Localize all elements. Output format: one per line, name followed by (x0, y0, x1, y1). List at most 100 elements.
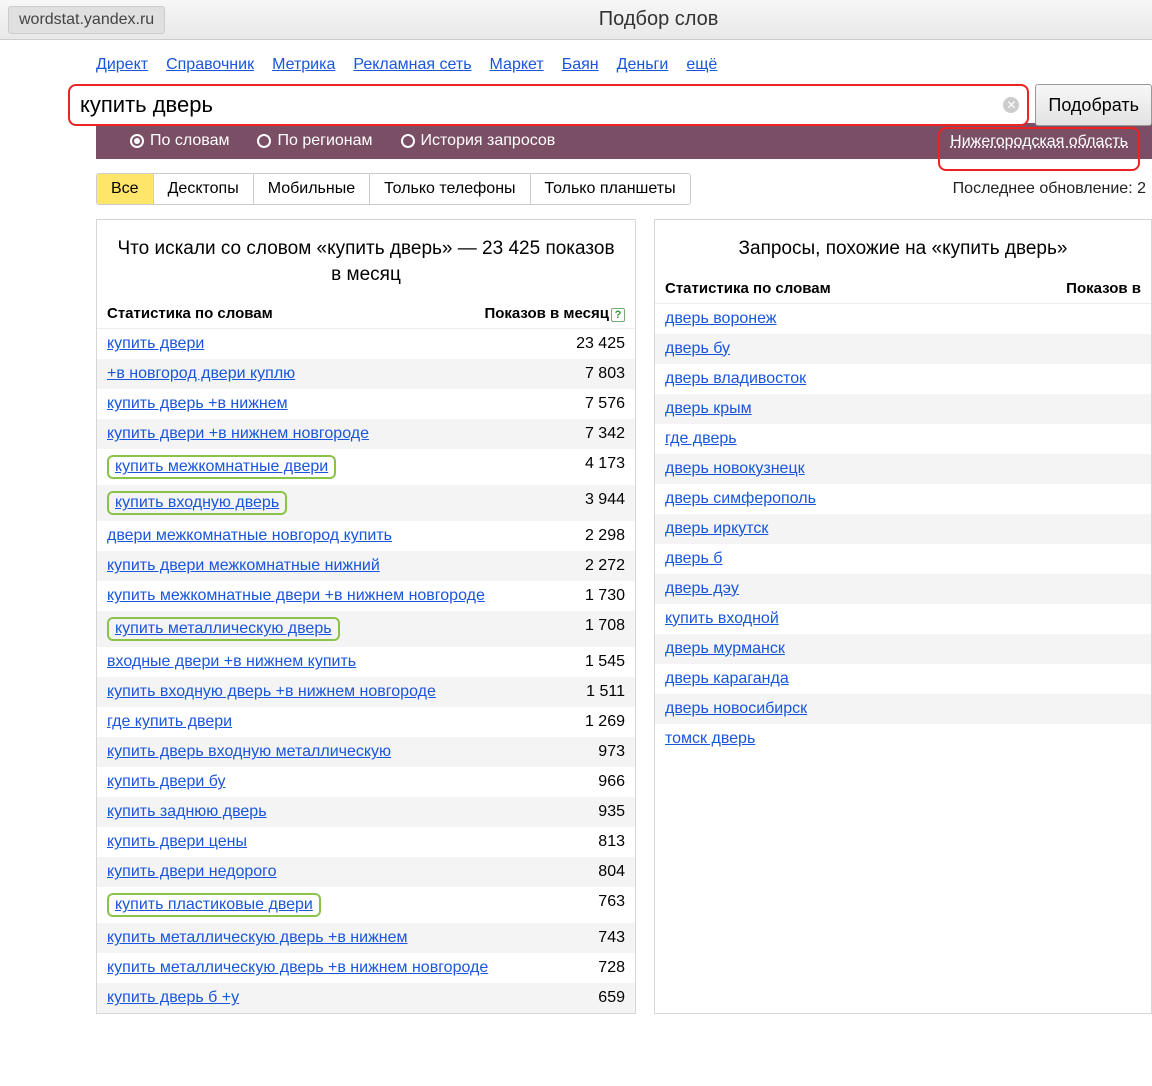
nav-link[interactable]: Справочник (166, 56, 254, 73)
count-value: 1 545 (575, 653, 625, 671)
count-value: 743 (588, 929, 625, 947)
region-selector-highlight[interactable]: Нижегородская область (938, 127, 1140, 171)
query-link[interactable]: купить дверь б +у (107, 989, 239, 1006)
device-tab[interactable]: Все (97, 174, 154, 204)
count-value: 763 (588, 893, 625, 911)
query-highlight: купить межкомнатные двери (107, 455, 336, 479)
table-row: купить металлическую дверь +в нижнем нов… (97, 953, 635, 983)
table-row: купить металлическую дверь +в нижнем 743 (97, 923, 635, 953)
nav-link[interactable]: Рекламная сеть (353, 56, 471, 73)
device-tab[interactable]: Мобильные (254, 174, 370, 204)
nav-link[interactable]: Баян (562, 56, 599, 73)
table-row: дверь иркутск (655, 514, 1151, 544)
count-value: 7 576 (575, 395, 625, 413)
query-link[interactable]: дверь новокузнецк (665, 460, 805, 478)
right-panel-title: Запросы, похожие на «купить дверь» (655, 220, 1151, 276)
table-row: купить двери недорого804 (97, 857, 635, 887)
radio-dot-icon (401, 134, 415, 148)
query-highlight: купить входную дверь (107, 491, 287, 515)
nav-link[interactable]: ещё (686, 56, 717, 73)
query-link[interactable]: купить двери цены (107, 833, 247, 850)
region-link[interactable]: Нижегородская область (950, 133, 1128, 150)
count-value: 2 272 (575, 557, 625, 575)
url-display: wordstat.yandex.ru (8, 6, 165, 34)
query-link[interactable]: купить входную дверь (115, 494, 279, 511)
query-link[interactable]: дверь мурманск (665, 640, 785, 658)
table-row: дверь б (655, 544, 1151, 574)
count-value: 1 708 (575, 617, 625, 635)
query-link[interactable]: купить дверь +в нижнем (107, 395, 288, 412)
query-link[interactable]: купить дверь входную металлическую (107, 743, 391, 760)
query-link[interactable]: где купить двери (107, 713, 232, 730)
query-link[interactable]: купить двери недорого (107, 863, 277, 880)
query-link[interactable]: купить пластиковые двери (115, 896, 313, 913)
radio-by-words[interactable]: По словам (130, 132, 229, 150)
table-row: дверь крым (655, 394, 1151, 424)
query-link[interactable]: купить двери +в нижнем новгороде (107, 425, 369, 442)
page-title: Подбор слов (165, 8, 1152, 31)
query-link[interactable]: купить входной (665, 610, 779, 628)
query-link[interactable]: купить металлическую дверь +в нижнем нов… (107, 959, 488, 976)
query-highlight: купить металлическую дверь (107, 617, 340, 641)
query-link[interactable]: дверь владивосток (665, 370, 806, 388)
device-tab[interactable]: Десктопы (154, 174, 254, 204)
table-row: дверь караганда (655, 664, 1151, 694)
query-link[interactable]: двери межкомнатные новгород купить (107, 527, 392, 544)
count-value: 7 342 (575, 425, 625, 443)
query-link[interactable]: дверь новосибирск (665, 700, 807, 718)
search-input[interactable] (72, 88, 1025, 122)
radio-history[interactable]: История запросов (401, 132, 556, 150)
query-link[interactable]: дверь караганда (665, 670, 789, 688)
query-link[interactable]: дверь иркутск (665, 520, 768, 538)
right-results-panel: Запросы, похожие на «купить дверь» Стати… (654, 219, 1152, 1014)
query-link[interactable]: дверь дэу (665, 580, 739, 598)
query-link[interactable]: купить двери бу (107, 773, 226, 790)
help-icon[interactable]: ? (611, 308, 625, 322)
query-link[interactable]: дверь воронеж (665, 310, 777, 328)
radio-by-regions[interactable]: По регионам (257, 132, 372, 150)
table-row: купить пластиковые двери 763 (97, 887, 635, 923)
table-row: входные двери +в нижнем купить 1 545 (97, 647, 635, 677)
query-link[interactable]: купить заднюю дверь (107, 803, 267, 820)
nav-link[interactable]: Директ (96, 56, 148, 73)
table-row: купить двери23 425 (97, 329, 635, 359)
count-value: 813 (588, 833, 625, 851)
clear-icon[interactable]: ✕ (1003, 97, 1019, 113)
table-row: купить двери бу966 (97, 767, 635, 797)
count-value: 1 511 (576, 683, 625, 701)
device-tab[interactable]: Только планшеты (531, 174, 690, 204)
query-link[interactable]: дверь крым (665, 400, 752, 418)
query-link[interactable]: купить межкомнатные двери (115, 458, 328, 475)
query-link[interactable]: купить металлическую дверь +в нижнем (107, 929, 408, 946)
query-link[interactable]: купить входную дверь +в нижнем новгороде (107, 683, 436, 700)
table-row: дверь мурманск (655, 634, 1151, 664)
query-link[interactable]: дверь бу (665, 340, 730, 358)
table-row: томск дверь (655, 724, 1151, 754)
col-header-query: Статистика по словам (107, 305, 484, 322)
query-link[interactable]: дверь б (665, 550, 722, 568)
nav-link[interactable]: Маркет (490, 56, 544, 73)
count-value: 7 803 (575, 365, 625, 383)
nav-link[interactable]: Деньги (617, 56, 669, 73)
query-link[interactable]: купить двери (107, 335, 204, 352)
submit-button[interactable]: Подобрать (1035, 84, 1152, 126)
query-link[interactable]: где дверь (665, 430, 737, 448)
count-value: 973 (588, 743, 625, 761)
left-panel-title: Что искали со словом «купить дверь» — 23… (97, 220, 635, 301)
device-tab[interactable]: Только телефоны (370, 174, 530, 204)
query-link[interactable]: +в новгород двери куплю (107, 365, 295, 382)
count-value: 3 944 (575, 491, 625, 509)
query-link[interactable]: купить межкомнатные двери +в нижнем новг… (107, 587, 485, 604)
count-value: 4 173 (575, 455, 625, 473)
table-row: купить двери +в нижнем новгороде 7 342 (97, 419, 635, 449)
query-link[interactable]: купить двери межкомнатные нижний (107, 557, 380, 574)
query-link[interactable]: томск дверь (665, 730, 755, 748)
query-link[interactable]: купить металлическую дверь (115, 620, 332, 637)
table-row: купить двери цены 813 (97, 827, 635, 857)
filter-bar: По словам По регионам История запросов Н… (96, 123, 1152, 159)
nav-link[interactable]: Метрика (272, 56, 335, 73)
query-link[interactable]: входные двери +в нижнем купить (107, 653, 356, 670)
device-tabs: ВсеДесктопыМобильныеТолько телефоныТольк… (96, 173, 691, 205)
query-link[interactable]: дверь симферополь (665, 490, 816, 508)
count-value: 1 730 (575, 587, 625, 605)
